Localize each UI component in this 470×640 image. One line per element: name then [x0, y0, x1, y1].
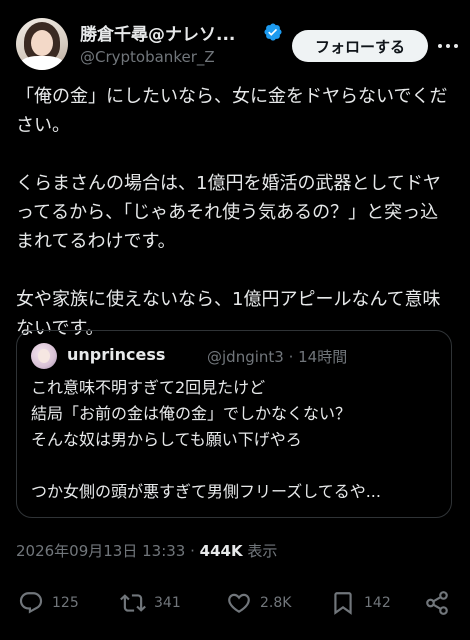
reply-button[interactable]: 125 — [18, 589, 79, 617]
more-dot — [438, 44, 442, 48]
avatar-coat — [20, 56, 64, 70]
avatar-face — [31, 30, 53, 56]
author-avatar[interactable] — [16, 18, 68, 70]
reply-icon — [19, 592, 43, 614]
more-dots-icon[interactable] — [436, 34, 460, 58]
action-bar: 125 341 2.8K 142 — [0, 585, 470, 621]
quote-avatar[interactable] — [31, 343, 57, 369]
tweet-header: 勝倉千尋@ナレソ... @Cryptobanker_Z フォローする — [0, 0, 470, 80]
retweet-button[interactable]: 341 — [120, 589, 181, 617]
verified-badge-icon — [264, 23, 282, 41]
share-button[interactable] — [424, 589, 458, 617]
bookmark-count: 142 — [364, 595, 391, 611]
view-label: 表示 — [242, 542, 278, 560]
quote-author-name[interactable]: unprincess — [67, 345, 165, 364]
follow-button[interactable]: フォローする — [292, 30, 428, 62]
tweet-timestamp[interactable]: 2026年09月13日 13:33 — [16, 542, 185, 560]
retweet-count: 341 — [154, 595, 181, 611]
bookmark-icon — [334, 592, 352, 615]
retweet-icon — [120, 594, 146, 612]
quote-avatar-face — [38, 349, 50, 363]
reply-count: 125 — [52, 595, 79, 611]
quote-text: これ意味不明すぎて2回見たけど 結局「お前の金は俺の金」でしかなくない？ そんな… — [31, 378, 381, 501]
tweet-meta: 2026年09月13日 13:33 · 444K 表示 — [16, 540, 277, 561]
author-handle[interactable]: @Cryptobanker_Z — [80, 48, 215, 66]
tweet-text: 「俺の金」にしたいなら、女に金をドヤらないでください。 くらまさんの場合は、1億… — [16, 86, 448, 339]
like-count: 2.8K — [260, 595, 292, 611]
bookmark-button[interactable]: 142 — [330, 589, 391, 617]
quote-author-meta: @jdngint3 · 14時間 — [207, 348, 348, 366]
view-count: 444K — [199, 542, 243, 560]
share-icon — [426, 591, 448, 615]
meta-separator: · — [185, 542, 200, 560]
more-dot — [454, 44, 458, 48]
more-dot — [446, 44, 450, 48]
like-button[interactable]: 2.8K — [226, 589, 291, 617]
author-display-name[interactable]: 勝倉千尋@ナレソ... — [80, 20, 235, 45]
quoted-tweet[interactable]: unprincess @jdngint3 · 14時間 これ意味不明すぎて2回見… — [16, 330, 452, 518]
heart-icon — [228, 593, 250, 613]
